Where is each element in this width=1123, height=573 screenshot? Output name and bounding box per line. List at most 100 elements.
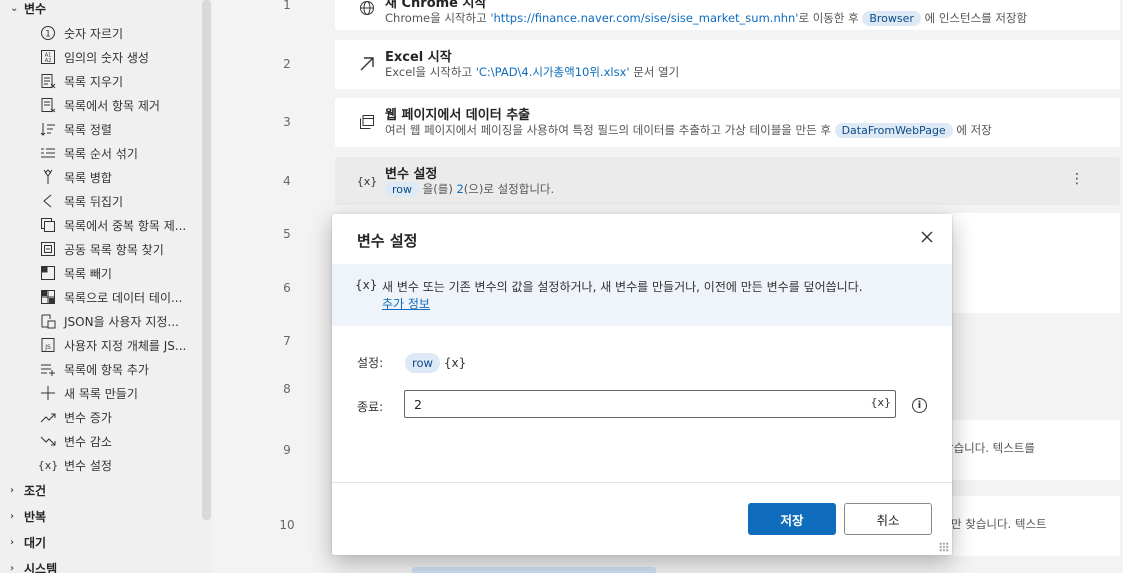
add-item-icon bbox=[38, 361, 58, 377]
action-decrease-variable[interactable]: 변수 감소 bbox=[38, 430, 198, 452]
action-datatable-from-list[interactable]: 목록으로 데이터 테이... bbox=[38, 286, 198, 308]
step-description: 여러 웹 페이지에서 페이징을 사용하여 특정 필드의 데이터를 추출하고 가상… bbox=[385, 123, 992, 138]
reverse-list-icon bbox=[38, 193, 58, 209]
action-truncate-number[interactable]: 1 숫자 자르기 bbox=[38, 22, 198, 44]
action-object-to-json[interactable]: JS 사용자 지정 개체를 JS... bbox=[38, 334, 198, 356]
group-label: 대기 bbox=[24, 535, 47, 550]
row-number: 2 bbox=[283, 57, 291, 71]
flow-step-launch-excel[interactable]: Excel 시작 Excel을 시작하고 'C:\PAD\4.시가총액10위.x… bbox=[335, 40, 1120, 89]
chevron-right-icon: › bbox=[10, 536, 15, 548]
action-label: JSON을 사용자 지정... bbox=[64, 314, 179, 329]
variable-icon: {x} bbox=[356, 174, 378, 188]
cancel-button[interactable]: 취소 bbox=[844, 503, 932, 535]
svg-text:JS: JS bbox=[44, 344, 51, 351]
group-label: 조건 bbox=[24, 483, 47, 498]
chevron-right-icon: › bbox=[10, 562, 15, 573]
group-loops[interactable]: › 반복 bbox=[10, 506, 46, 526]
step-description: Chrome을 시작하고 'https://finance.naver.com/… bbox=[385, 11, 1028, 26]
more-options-icon[interactable]: ⋮ bbox=[1070, 171, 1084, 187]
svg-text:A2: A2 bbox=[45, 58, 52, 64]
action-set-variable[interactable]: {x} 변수 설정 bbox=[38, 454, 198, 476]
variable-icon: {x} bbox=[38, 458, 59, 472]
remove-item-icon bbox=[38, 97, 58, 113]
row-number: 6 bbox=[283, 281, 291, 295]
action-random-number[interactable]: A1 A2 임의의 숫자 생성 bbox=[38, 46, 198, 68]
action-remove-item[interactable]: 목록에서 항목 제거 bbox=[38, 94, 198, 116]
chevron-right-icon: › bbox=[10, 484, 15, 496]
value-input[interactable]: 2 {x} bbox=[404, 390, 896, 418]
action-json-to-object[interactable]: JSON을 사용자 지정... bbox=[38, 310, 198, 332]
variable-name-pill[interactable]: row bbox=[405, 353, 440, 373]
step-title: 웹 페이지에서 데이터 추출 bbox=[385, 108, 531, 123]
variable-picker-icon[interactable]: {x} bbox=[870, 396, 891, 409]
action-label: 임의의 숫자 생성 bbox=[64, 50, 149, 65]
action-subtract-list[interactable]: 목록 빼기 bbox=[38, 262, 198, 284]
sort-list-icon bbox=[38, 121, 58, 137]
action-label: 목록에서 항목 제거 bbox=[64, 98, 160, 113]
action-label: 숫자 자르기 bbox=[64, 26, 124, 41]
step-tag bbox=[412, 567, 656, 573]
decrease-icon bbox=[38, 433, 58, 449]
group-variables[interactable]: ⌄ 변수 bbox=[10, 0, 46, 18]
dialog-title: 변수 설정 bbox=[357, 232, 418, 250]
save-button[interactable]: 저장 bbox=[748, 503, 836, 535]
arrow-up-right-icon bbox=[357, 54, 377, 74]
flow-step-extract-web-data[interactable]: 웹 페이지에서 데이터 추출 여러 웹 페이지에서 페이징을 사용하여 특정 필… bbox=[335, 98, 1120, 147]
action-reverse-list[interactable]: 목록 뒤집기 bbox=[38, 190, 198, 212]
datatable-icon bbox=[38, 289, 58, 305]
merge-lists-icon bbox=[38, 169, 58, 185]
action-remove-duplicates[interactable]: 목록에서 중복 항목 제... bbox=[38, 214, 198, 236]
action-label: 목록에서 중복 항목 제... bbox=[64, 218, 187, 233]
action-label: 목록 순서 섞기 bbox=[64, 146, 138, 161]
row-number: 8 bbox=[283, 382, 291, 396]
plus-icon bbox=[38, 385, 58, 401]
flow-step-set-variable[interactable]: {x} 변수 설정 row 을(를) 2(으)로 설정합니다. ⋮ bbox=[335, 157, 1120, 205]
action-label: 공동 목록 항목 찾기 bbox=[64, 242, 164, 257]
row-number: 1 bbox=[283, 0, 291, 12]
clear-list-icon bbox=[38, 73, 58, 89]
sidebar-scrollbar[interactable] bbox=[202, 0, 211, 520]
group-conditions[interactable]: › 조건 bbox=[10, 480, 46, 500]
action-merge-lists[interactable]: 목록 병합 bbox=[38, 166, 198, 188]
action-label: 변수 감소 bbox=[64, 434, 112, 449]
action-label: 변수 설정 bbox=[64, 458, 112, 473]
row-number: 10 bbox=[279, 518, 295, 532]
row-number: 9 bbox=[283, 443, 291, 457]
action-sort-list[interactable]: 목록 정렬 bbox=[38, 118, 198, 140]
action-label: 목록 빼기 bbox=[64, 266, 112, 281]
action-label: 목록으로 데이터 테이... bbox=[64, 290, 183, 305]
set-variable-dialog: 변수 설정 {x} 새 변수 또는 기존 변수의 값을 설정하거나, 새 변수를… bbox=[332, 214, 952, 555]
close-icon[interactable] bbox=[918, 228, 936, 246]
action-label: 목록 지우기 bbox=[64, 74, 124, 89]
random-number-icon: A1 A2 bbox=[38, 49, 58, 65]
action-label: 목록 병합 bbox=[64, 170, 112, 185]
info-text: 새 변수 또는 기존 변수의 값을 설정하거나, 새 변수를 만들거나, 이전에… bbox=[382, 280, 863, 294]
row-number: 7 bbox=[283, 334, 291, 348]
common-items-icon bbox=[38, 241, 58, 257]
flow-step-launch-chrome[interactable]: 새 Chrome 시작 Chrome을 시작하고 'https://financ… bbox=[335, 0, 1120, 30]
value-text: 2 bbox=[414, 396, 422, 412]
set-label: 설정: bbox=[357, 356, 384, 370]
value-label: 종료: bbox=[357, 400, 384, 414]
info-banner: {x} 새 변수 또는 기존 변수의 값을 설정하거나, 새 변수를 만들거나,… bbox=[332, 264, 952, 326]
step-description: 찾습니다. 텍스트를 bbox=[943, 441, 1035, 455]
variable-name-field[interactable]: row {x} bbox=[405, 352, 466, 374]
more-info-link[interactable]: 추가 정보 bbox=[382, 295, 430, 312]
info-icon[interactable]: i bbox=[912, 398, 927, 413]
resize-grip-icon[interactable] bbox=[939, 542, 949, 552]
action-common-items[interactable]: 공동 목록 항목 찾기 bbox=[38, 238, 198, 260]
action-label: 사용자 지정 개체를 JS... bbox=[64, 338, 187, 353]
variable-picker-icon[interactable]: {x} bbox=[444, 356, 466, 370]
group-label: 반복 bbox=[24, 509, 47, 524]
action-increase-variable[interactable]: 변수 증가 bbox=[38, 406, 198, 428]
subtract-list-icon bbox=[38, 265, 58, 281]
action-label: 목록 뒤집기 bbox=[64, 194, 124, 209]
action-add-item[interactable]: 목록에 항목 추가 bbox=[38, 358, 198, 380]
action-shuffle-list[interactable]: 목록 순서 섞기 bbox=[38, 142, 198, 164]
action-label: 새 목록 만들기 bbox=[64, 386, 138, 401]
action-clear-list[interactable]: 목록 지우기 bbox=[38, 70, 198, 92]
action-create-list[interactable]: 새 목록 만들기 bbox=[38, 382, 198, 404]
variable-icon: {x} bbox=[355, 278, 378, 292]
group-wait[interactable]: › 대기 bbox=[10, 532, 46, 552]
group-system[interactable]: › 시스템 bbox=[10, 558, 57, 573]
